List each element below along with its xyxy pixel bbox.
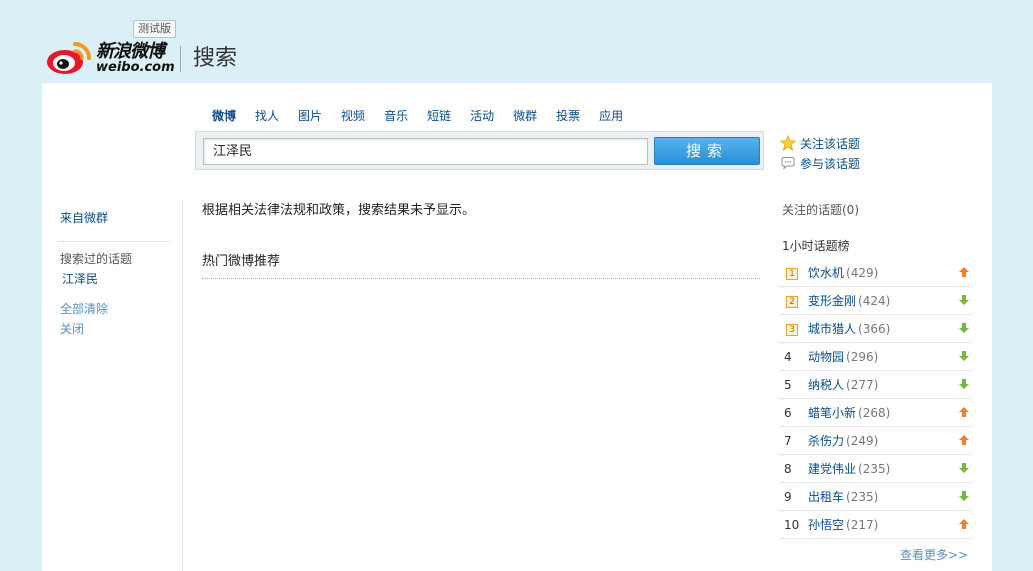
beta-badge: 测试版 [133, 20, 176, 38]
tab-apps[interactable]: 应用 [599, 107, 623, 125]
rank-badge: 1 [786, 268, 798, 280]
tab-music[interactable]: 音乐 [384, 107, 408, 125]
rank-topic-link[interactable]: 出租车 [808, 488, 844, 505]
hourly-topic-ranking: 1 饮水机 (429) 2 变形金刚 (424) 3 城市猎人 (366) 4 动物园 (296) 5 纳… [780, 259, 972, 539]
tab-short-link[interactable]: 短链 [427, 107, 451, 125]
rank-number: 3 [780, 321, 808, 336]
tab-polls[interactable]: 投票 [556, 107, 580, 125]
rank-count: (268) [858, 405, 891, 420]
brand-domain[interactable]: weibo.com [96, 61, 175, 75]
trend-up-arrow-icon [959, 267, 969, 277]
rank-number: 4 [784, 349, 792, 364]
star-icon [780, 135, 796, 151]
trend-down-arrow-icon [959, 379, 969, 389]
rank-number: 5 [784, 377, 792, 392]
rank-number: 1 [780, 265, 808, 280]
tab-events[interactable]: 活动 [470, 107, 494, 125]
rank-number: 8 [784, 461, 792, 476]
tab-video[interactable]: 视频 [341, 107, 365, 125]
search-box: 江泽民 搜索 [195, 131, 764, 170]
rank-topic-link[interactable]: 建党伟业 [808, 460, 856, 477]
rank-number: 9 [784, 489, 792, 504]
hot-weibo-heading: 热门微博推荐 [202, 254, 281, 269]
rank-item: 5 纳税人 (277) [780, 371, 972, 399]
rank-item: 8 建党伟业 (235) [780, 455, 972, 483]
page-title: 搜索 [193, 46, 238, 71]
rank-count: (235) [858, 461, 891, 476]
rank-count: (424) [858, 293, 891, 308]
left-sidebar: 来自微群 搜索过的话题 江泽民 全部清除 关闭 [42, 201, 183, 571]
rank-item: 7 杀伤力 (249) [780, 427, 972, 455]
rank-number: 10 [784, 517, 800, 532]
trend-down-arrow-icon [959, 295, 969, 305]
rank-topic-link[interactable]: 城市猎人 [808, 320, 856, 337]
rank-topic-link[interactable]: 变形金刚 [808, 292, 856, 309]
speech-bubble-icon [781, 157, 795, 170]
tab-pictures[interactable]: 图片 [298, 107, 322, 125]
rank-item: 10 孙悟空 (217) [780, 511, 972, 539]
trend-down-arrow-icon [959, 323, 969, 333]
sidebar-divider [58, 241, 170, 242]
trend-down-arrow-icon [959, 491, 969, 501]
trend-up-arrow-icon [959, 407, 969, 417]
rank-number: 2 [780, 293, 808, 308]
rank-topic-link[interactable]: 动物园 [808, 348, 844, 365]
trend-down-arrow-icon [959, 351, 969, 361]
trend-up-arrow-icon [959, 435, 969, 445]
rank-count: (429) [846, 265, 879, 280]
close-link[interactable]: 关闭 [60, 321, 84, 337]
rank-item: 3 城市猎人 (366) [780, 315, 972, 343]
weibo-logo-icon[interactable] [45, 36, 93, 76]
topic-actions: 关注该话题 参与该话题 [780, 133, 860, 173]
join-topic-link[interactable]: 参与该话题 [780, 153, 860, 173]
rank-heading: 1小时话题榜 [782, 239, 850, 253]
rank-item: 1 饮水机 (429) [780, 259, 972, 287]
from-group-link[interactable]: 来自微群 [60, 210, 108, 226]
header-divider [180, 46, 181, 72]
rank-topic-link[interactable]: 杀伤力 [808, 432, 844, 449]
rank-topic-link[interactable]: 孙悟空 [808, 516, 844, 533]
trend-down-arrow-icon [959, 463, 969, 473]
follow-topic-link[interactable]: 关注该话题 [780, 133, 860, 153]
search-input[interactable]: 江泽民 [203, 138, 648, 165]
tab-weibo[interactable]: 微博 [212, 107, 236, 125]
search-button[interactable]: 搜索 [654, 137, 760, 165]
rank-badge: 3 [786, 324, 798, 336]
rank-item: 9 出租车 (235) [780, 483, 972, 511]
rank-count: (249) [846, 433, 879, 448]
rank-topic-link[interactable]: 饮水机 [808, 264, 844, 281]
join-topic-label: 参与该话题 [800, 156, 861, 171]
rank-item: 4 动物园 (296) [780, 343, 972, 371]
hot-weibo-divider [202, 278, 760, 279]
rank-badge: 2 [786, 296, 798, 308]
follow-topic-label: 关注该话题 [800, 136, 861, 151]
trend-up-arrow-icon [959, 519, 969, 529]
censorship-notice: 根据相关法律法规和政策，搜索结果未予显示。 [202, 203, 476, 218]
rank-number: 6 [784, 405, 792, 420]
searched-topic-link[interactable]: 江泽民 [62, 271, 98, 287]
brand-name[interactable]: 新浪微博 [96, 42, 165, 62]
view-more-link[interactable]: 查看更多>> [900, 546, 968, 563]
rank-count: (277) [846, 377, 879, 392]
followed-topics-count[interactable]: 关注的话题(0) [782, 202, 859, 218]
rank-count: (296) [846, 349, 879, 364]
rank-item: 6 蜡笔小新 (268) [780, 399, 972, 427]
main-panel: 微博 找人 图片 视频 音乐 短链 活动 微群 投票 应用 江泽民 搜索 关注该… [42, 83, 992, 571]
rank-count: (235) [846, 489, 879, 504]
rank-count: (366) [858, 321, 891, 336]
clear-all-link[interactable]: 全部清除 [60, 301, 108, 317]
tab-groups[interactable]: 微群 [513, 107, 537, 125]
rank-item: 2 变形金刚 (424) [780, 287, 972, 315]
tab-people[interactable]: 找人 [255, 107, 279, 125]
rank-number: 7 [784, 433, 792, 448]
rank-topic-link[interactable]: 蜡笔小新 [808, 404, 856, 421]
searched-topics-label: 搜索过的话题 [60, 252, 133, 266]
rank-count: (217) [846, 517, 879, 532]
rank-topic-link[interactable]: 纳税人 [808, 376, 844, 393]
search-tabs: 微博 找人 图片 视频 音乐 短链 活动 微群 投票 应用 [212, 107, 642, 125]
